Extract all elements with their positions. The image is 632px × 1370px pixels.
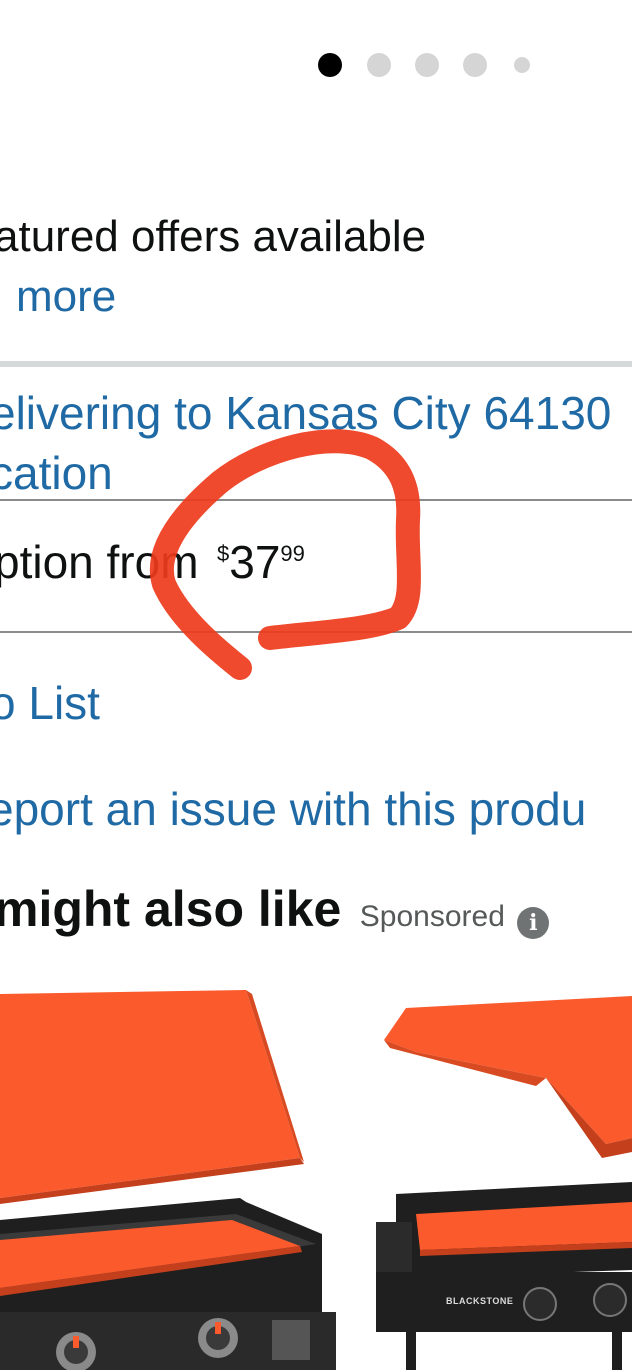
see-more-link[interactable]: more [16,272,116,322]
sponsored-product-2[interactable]: BLACKSTONE [376,982,632,1370]
product-image-griddle-cover [0,990,336,1370]
add-to-list-link[interactable]: o List [0,676,100,730]
report-issue-link[interactable]: eport an issue with this produ [0,782,586,836]
update-location-link[interactable]: cation [0,446,113,500]
divider [0,499,632,501]
recommendations-header: might also like Sponsored i [0,880,550,939]
divider [0,631,632,633]
carousel-dot-1[interactable] [318,53,342,77]
sponsored-label: Sponsored [359,900,505,933]
carousel-dot-2[interactable] [367,53,391,77]
carousel-dot-4[interactable] [463,53,487,77]
delivery-location-link[interactable]: elivering to Kansas City 64130 [0,386,611,440]
featured-offers-text: atured offers available [0,212,427,261]
option-label: ption from [0,536,199,588]
sponsored-product-1[interactable] [0,982,336,1370]
price-whole: 37 [229,536,281,588]
recommendations-title: might also like [0,881,342,937]
carousel-dot-5[interactable] [514,57,530,73]
section-divider [0,361,632,367]
price-fraction: 99 [280,541,305,566]
carousel-dot-3[interactable] [415,53,439,77]
carousel-pagination [318,53,538,77]
product-image-blackstone-griddle [376,996,632,1370]
product-brand-label: BLACKSTONE [446,1296,514,1306]
info-icon[interactable]: i [517,907,550,939]
price: $3799 [217,535,305,589]
option-row[interactable]: ption from $3799 [0,535,305,589]
price-currency-symbol: $ [216,541,230,566]
